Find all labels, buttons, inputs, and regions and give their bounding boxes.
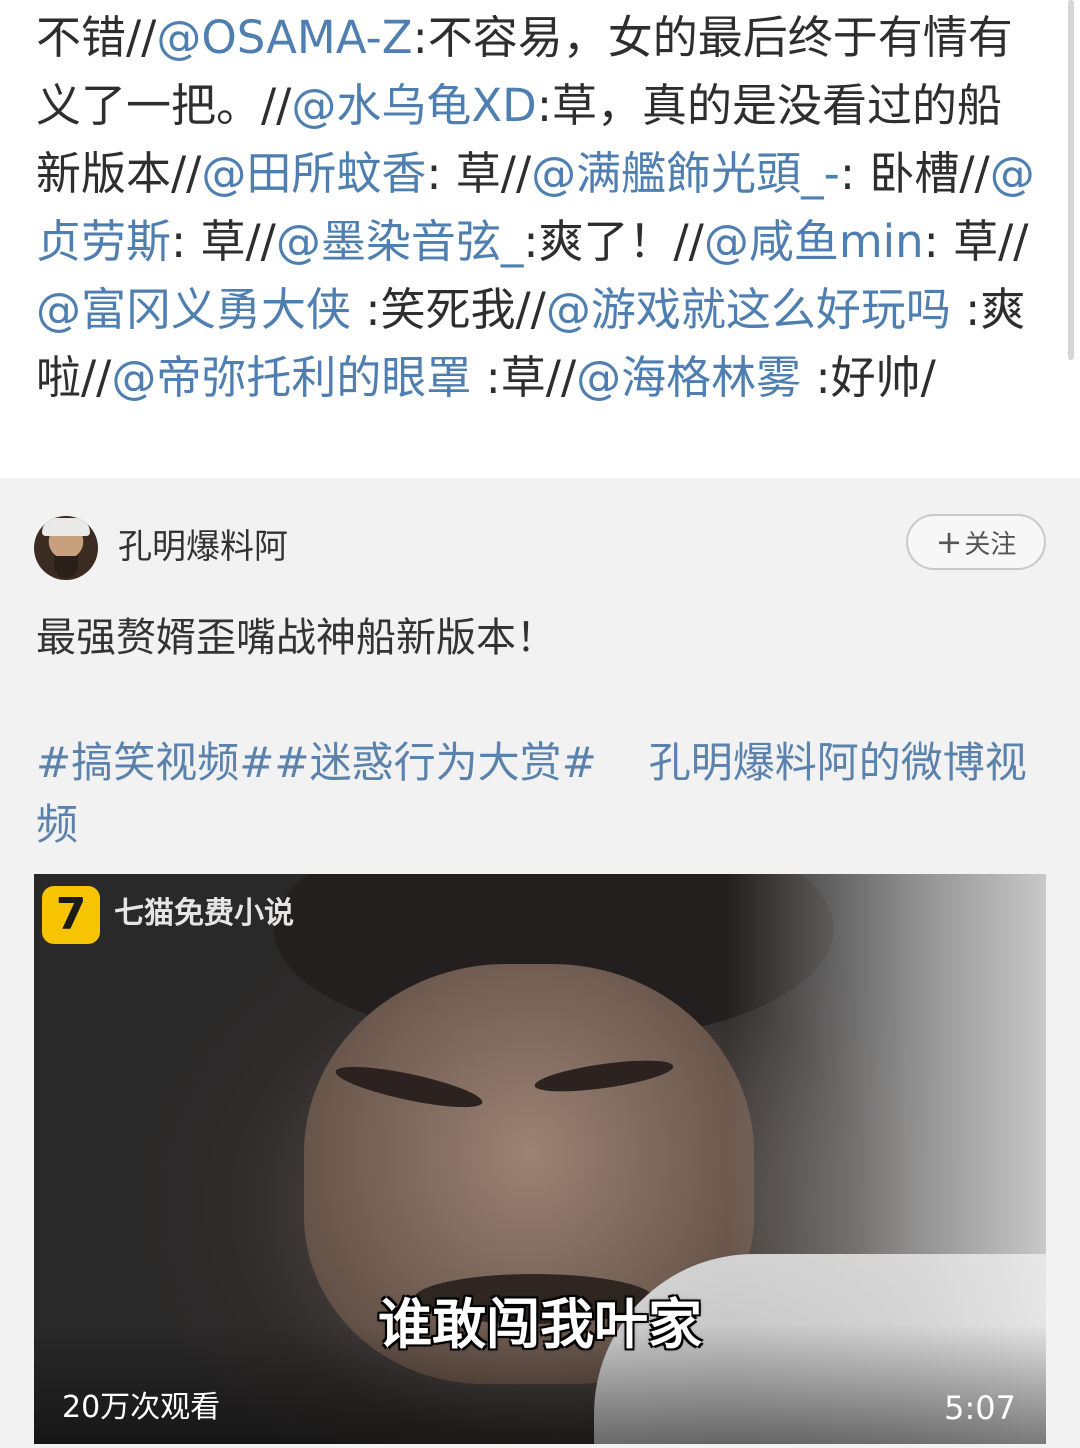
repost-comment-text: :笑死我// [351, 283, 546, 336]
logo-glyph: 7 [55, 889, 87, 940]
repost-chain-text: 不错//@OSAMA-Z:不容易，女的最后终于有情有义了一把。//@水乌龟XD:… [36, 4, 1036, 412]
repost-comment-text: :好帅/ [801, 351, 936, 404]
user-mention-link[interactable]: @满艦飾光頭_- [531, 147, 840, 200]
qimao-logo-icon: 7 [42, 886, 100, 944]
repost-comment-text: :爽了！// [523, 215, 704, 268]
repost-comment-text: : 卧槽// [839, 147, 990, 200]
repost-comment-text: : 草// [426, 147, 532, 200]
video-subtitle: 谁敢闯我叶家 [378, 1293, 702, 1356]
author-name[interactable]: 孔明爆料阿 [118, 522, 288, 572]
user-mention-link[interactable]: @海格林雾 [576, 351, 801, 404]
avatar-hat [42, 518, 90, 536]
original-post-card[interactable]: 孔明爆料阿 +关注 最强赘婿歪嘴战神船新版本！ #搞笑视频##迷惑行为大赏# 孔明… [0, 478, 1080, 1448]
topic-link-funny-videos[interactable]: #搞笑视频# [36, 738, 274, 787]
video-player[interactable]: 7 七猫免费小说 谁敢闯我叶家 20万次观看 5:07 [34, 874, 1046, 1444]
user-mention-link[interactable]: @帝弥托利的眼罩 [111, 351, 471, 404]
view-count: 20万次观看 [62, 1390, 221, 1425]
avatar[interactable] [34, 516, 98, 580]
topics-line: #搞笑视频##迷惑行为大赏# 孔明爆料阿的微博视频 [36, 732, 1046, 856]
plus-icon: + [935, 523, 963, 561]
repost-comment-text: 不错// [36, 11, 157, 64]
watermark-app-name: 七猫免费小说 [114, 896, 294, 931]
user-mention-link[interactable]: @咸鱼min [704, 215, 924, 268]
user-mention-link[interactable]: @水乌龟XD [291, 79, 536, 132]
user-mention-link[interactable]: @田所蚊香 [201, 147, 426, 200]
post-text: 最强赘婿歪嘴战神船新版本！ [36, 615, 556, 661]
user-mention-link[interactable]: @富冈义勇大侠 [36, 283, 351, 336]
repost-comment-text: : 草// [923, 215, 1029, 268]
repost-section: 不错//@OSAMA-Z:不容易，女的最后终于有情有义了一把。//@水乌龟XD:… [0, 0, 1080, 478]
scrollbar[interactable] [1068, 0, 1074, 360]
user-mention-link[interactable]: @墨染音弦_ [276, 215, 524, 268]
avatar-beard [54, 556, 78, 578]
repost-comment-text: : 草// [171, 215, 276, 268]
topic-link-confusing-behavior[interactable]: #迷惑行为大赏# [274, 738, 596, 787]
user-mention-link[interactable]: @OSAMA-Z [156, 11, 412, 64]
follow-button[interactable]: +关注 [906, 514, 1046, 570]
user-mention-link[interactable]: @游戏就这么好玩吗 [546, 283, 951, 336]
repost-comment-text: :草// [471, 351, 577, 404]
follow-label: 关注 [964, 530, 1017, 560]
video-duration: 5:07 [944, 1389, 1016, 1427]
author-row: 孔明爆料阿 +关注 [34, 514, 1046, 580]
